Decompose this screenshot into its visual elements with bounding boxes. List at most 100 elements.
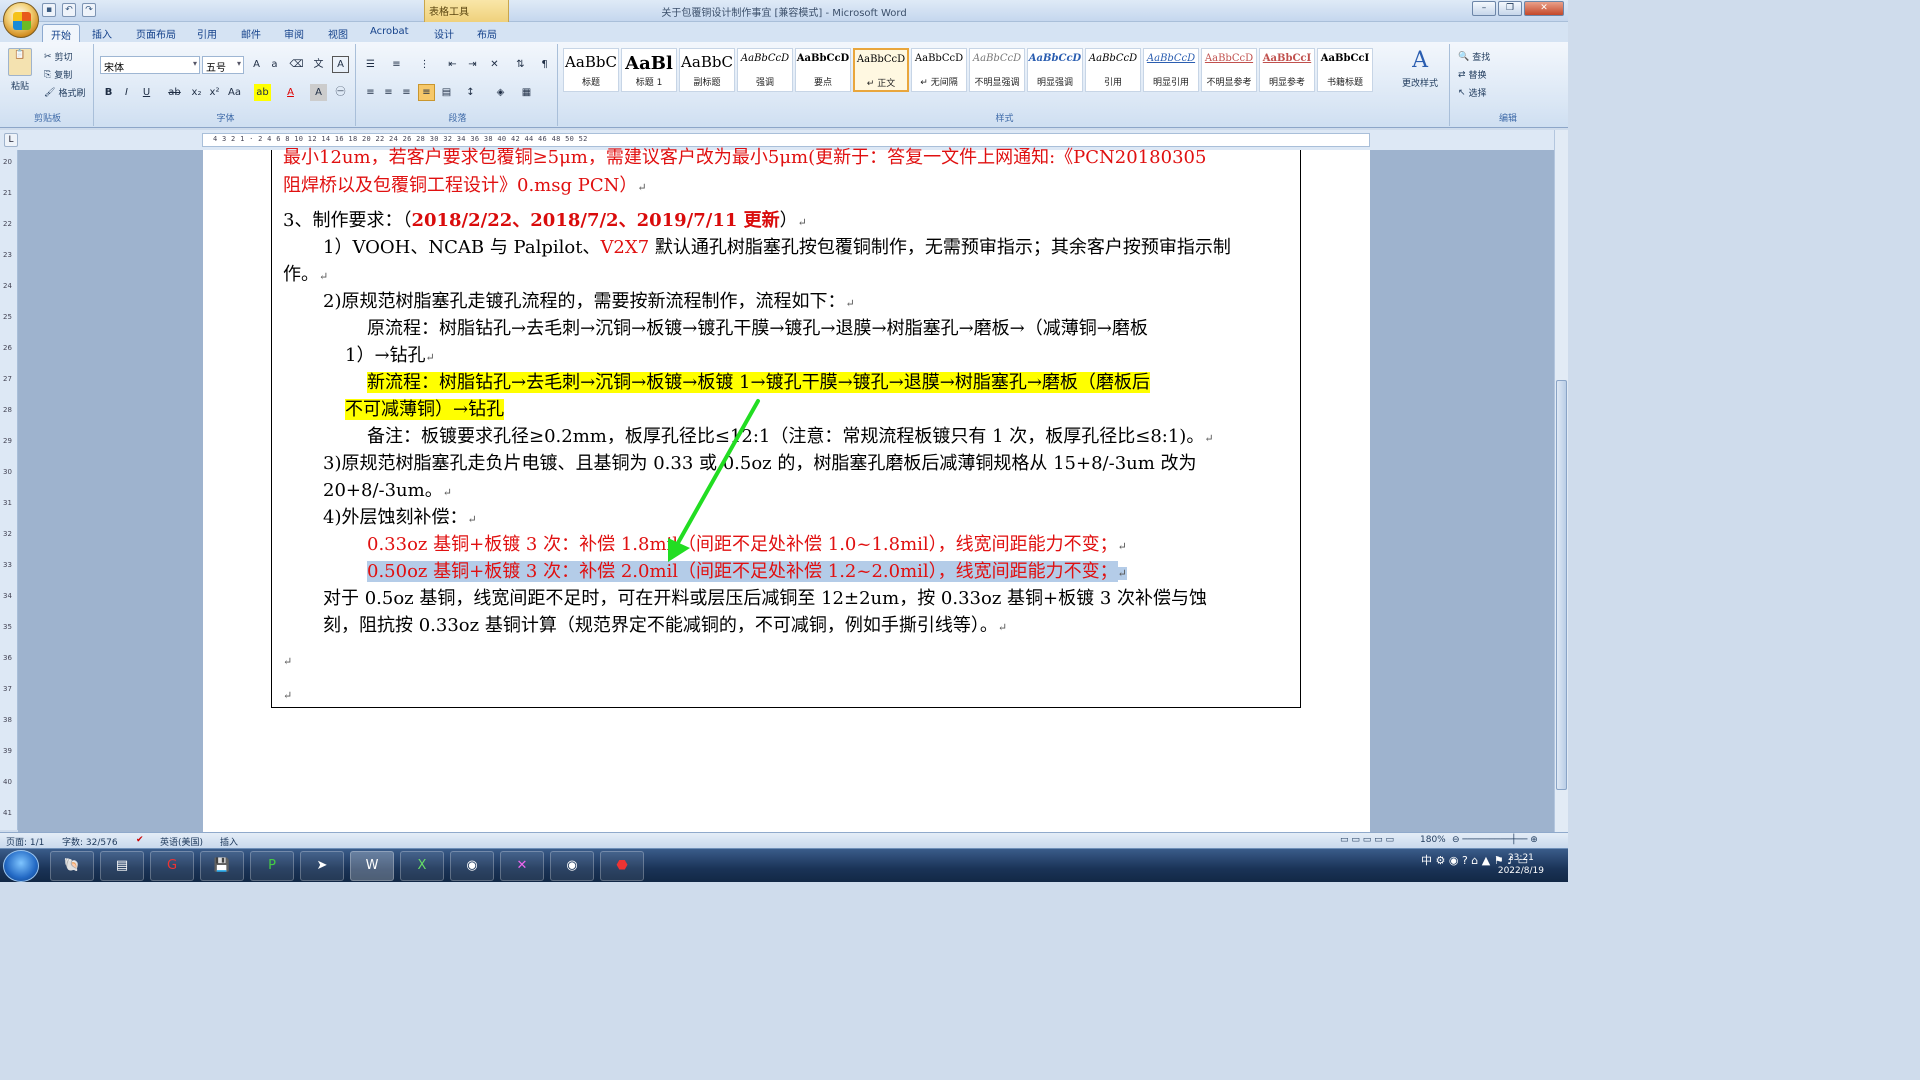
zoom-slider[interactable]: ⊖ ─────────┼── ⊕ bbox=[1452, 835, 1538, 845]
style-item[interactable]: AaBbC 副标题 bbox=[679, 48, 735, 92]
replace-button[interactable]: ⇄ 替换 bbox=[1458, 68, 1487, 82]
language[interactable]: 英语(美国) bbox=[160, 835, 203, 848]
char-border-icon[interactable]: A bbox=[332, 56, 349, 73]
select-button[interactable]: ↖ 选择 bbox=[1458, 86, 1487, 100]
green-p-app-icon[interactable]: P bbox=[250, 851, 294, 881]
shading-icon[interactable]: ◈ bbox=[492, 84, 509, 101]
tab-insert[interactable]: 插入 bbox=[84, 24, 120, 42]
align-center-icon[interactable]: ≡ bbox=[380, 84, 397, 101]
style-name: 明显强调 bbox=[1036, 78, 1073, 88]
font-size-combo[interactable]: 五号 bbox=[202, 56, 244, 74]
close-button[interactable]: ✕ bbox=[1524, 1, 1564, 16]
increase-indent-icon[interactable]: ⇥ bbox=[464, 56, 481, 73]
bullets-icon[interactable]: ☰ bbox=[362, 56, 379, 73]
editing-group: 🔍 查找 ⇄ 替换 ↖ 选择 编辑 bbox=[1452, 44, 1564, 126]
save-disk-icon[interactable]: 💾 bbox=[200, 851, 244, 881]
tab-acrobat[interactable]: Acrobat bbox=[362, 24, 417, 42]
change-case-icon[interactable]: Aa bbox=[226, 84, 243, 101]
office-button[interactable] bbox=[3, 2, 39, 38]
red-app-icon[interactable]: G bbox=[150, 851, 194, 881]
align-left-icon[interactable]: ≡ bbox=[362, 84, 379, 101]
justify-icon[interactable]: ≡ bbox=[418, 84, 435, 101]
clear-format-icon[interactable]: ⌫ bbox=[288, 56, 305, 73]
font-name-combo[interactable]: 宋体 bbox=[100, 56, 200, 74]
excel-app-icon[interactable]: X bbox=[400, 851, 444, 881]
tab-mailings[interactable]: 邮件 bbox=[233, 24, 269, 42]
strikethrough-icon[interactable]: ab bbox=[166, 84, 183, 101]
insert-mode[interactable]: 插入 bbox=[220, 835, 238, 848]
style-item[interactable]: AaBbCcI 明显参考 bbox=[1259, 48, 1315, 92]
start-button-icon[interactable] bbox=[3, 850, 39, 882]
shrink-font-icon[interactable]: a bbox=[266, 56, 283, 73]
paste-button[interactable]: 📋 粘贴 bbox=[8, 48, 32, 92]
tab-references[interactable]: 引用 bbox=[189, 24, 225, 42]
style-item-selected[interactable]: AaBbCcD ↵ 正文 bbox=[853, 48, 909, 92]
line-spacing-icon[interactable]: ↕ bbox=[462, 84, 479, 101]
enclosed-char-icon[interactable]: ㊀ bbox=[332, 84, 349, 101]
minimize-button[interactable]: – bbox=[1472, 1, 1496, 16]
ime-indicator[interactable]: 中 bbox=[1421, 854, 1432, 867]
sort-icon[interactable]: ⇅ bbox=[512, 56, 529, 73]
view-buttons-icon[interactable]: ▭ ▭ ▭ ▭ ▭ bbox=[1340, 835, 1394, 845]
phonetic-guide-icon[interactable]: 文 bbox=[310, 56, 327, 73]
change-styles-button[interactable]: A 更改样式 bbox=[1402, 48, 1438, 89]
font-color-icon[interactable]: A bbox=[282, 84, 299, 101]
eye-app-icon[interactable]: ◉ bbox=[450, 851, 494, 881]
italic-icon[interactable]: I bbox=[118, 84, 135, 101]
tab-stop-selector-icon[interactable]: L bbox=[4, 133, 18, 147]
style-item[interactable]: AaBbCcD ↵ 无间隔 bbox=[911, 48, 967, 92]
show-marks-icon[interactable]: ¶ bbox=[536, 56, 553, 73]
eye-app-2-icon[interactable]: ◉ bbox=[550, 851, 594, 881]
style-item[interactable]: AaBbCcD 要点 bbox=[795, 48, 851, 92]
style-item[interactable]: AaBbCcI 书籍标题 bbox=[1317, 48, 1373, 92]
vertical-ruler[interactable]: 20 21 22 23 24 25 26 27 28 29 30 31 32 33 34 35 36 37 38 39… bbox=[0, 150, 18, 830]
style-item[interactable]: AaBbC 标题 bbox=[563, 48, 619, 92]
blue-app-icon[interactable]: ➤ bbox=[300, 851, 344, 881]
superscript-icon[interactable]: x² bbox=[206, 84, 223, 101]
distributed-icon[interactable]: ▤ bbox=[438, 84, 455, 101]
pdf-app-icon[interactable]: ⬣ bbox=[600, 851, 644, 881]
subscript-icon[interactable]: x₂ bbox=[188, 84, 205, 101]
bold-icon[interactable]: B bbox=[100, 84, 117, 101]
x-app-icon[interactable]: ✕ bbox=[500, 851, 544, 881]
multilevel-list-icon[interactable]: ⋮ bbox=[416, 56, 433, 73]
vertical-scrollbar[interactable] bbox=[1554, 130, 1568, 832]
chinese-layout-icon[interactable]: ✕ bbox=[486, 56, 503, 73]
word-count[interactable]: 字数: 32/576 bbox=[62, 835, 118, 848]
char-shading-icon[interactable]: A bbox=[310, 84, 327, 101]
copy-button[interactable]: ⎘ 复制 bbox=[44, 68, 72, 82]
tab-view[interactable]: 视图 bbox=[320, 24, 356, 42]
borders-icon[interactable]: ▦ bbox=[518, 84, 535, 101]
tab-home[interactable]: 开始 bbox=[42, 24, 80, 42]
word-app-icon[interactable]: W bbox=[350, 851, 394, 881]
notepad-icon[interactable]: ▤ bbox=[100, 851, 144, 881]
shell-app-icon[interactable]: 🐚 bbox=[50, 851, 94, 881]
style-item[interactable]: AaBbCcD 不明显强调 bbox=[969, 48, 1025, 92]
format-painter-button[interactable]: 🖌 格式刷 bbox=[44, 86, 85, 100]
scrollbar-thumb[interactable] bbox=[1556, 380, 1567, 790]
zoom-level[interactable]: 180% bbox=[1420, 835, 1446, 845]
style-item[interactable]: AaBbCcD 明显引用 bbox=[1143, 48, 1199, 92]
proofing-icon[interactable]: ✔ bbox=[136, 835, 144, 845]
numbering-icon[interactable]: ≡ bbox=[388, 56, 405, 73]
page-count[interactable]: 页面: 1/1 bbox=[6, 835, 44, 848]
style-item[interactable]: AaBbCcD 引用 bbox=[1085, 48, 1141, 92]
highlight-icon[interactable]: ab bbox=[254, 84, 271, 101]
style-item[interactable]: AaBbCcD 不明显参考 bbox=[1201, 48, 1257, 92]
align-right-icon[interactable]: ≡ bbox=[398, 84, 415, 101]
underline-icon[interactable]: U bbox=[138, 84, 155, 101]
tab-page-layout[interactable]: 页面布局 bbox=[128, 24, 184, 42]
style-item[interactable]: AaBl 标题 1 bbox=[621, 48, 677, 92]
grow-font-icon[interactable]: A bbox=[248, 56, 265, 73]
tab-layout[interactable]: 布局 bbox=[469, 24, 505, 42]
find-button[interactable]: 🔍 查找 bbox=[1458, 50, 1490, 64]
maximize-button[interactable]: ❐ bbox=[1498, 1, 1522, 16]
cut-button[interactable]: ✂ 剪切 bbox=[44, 50, 73, 64]
tab-review[interactable]: 审阅 bbox=[276, 24, 312, 42]
style-item[interactable]: AaBbCcD 明显强调 bbox=[1027, 48, 1083, 92]
binoculars-icon: 🔍 bbox=[1458, 51, 1470, 62]
tab-design[interactable]: 设计 bbox=[426, 24, 462, 42]
style-item[interactable]: AaBbCcD 强调 bbox=[737, 48, 793, 92]
decrease-indent-icon[interactable]: ⇤ bbox=[444, 56, 461, 73]
clock[interactable]: 23:21 2022/8/19 bbox=[1498, 852, 1544, 878]
